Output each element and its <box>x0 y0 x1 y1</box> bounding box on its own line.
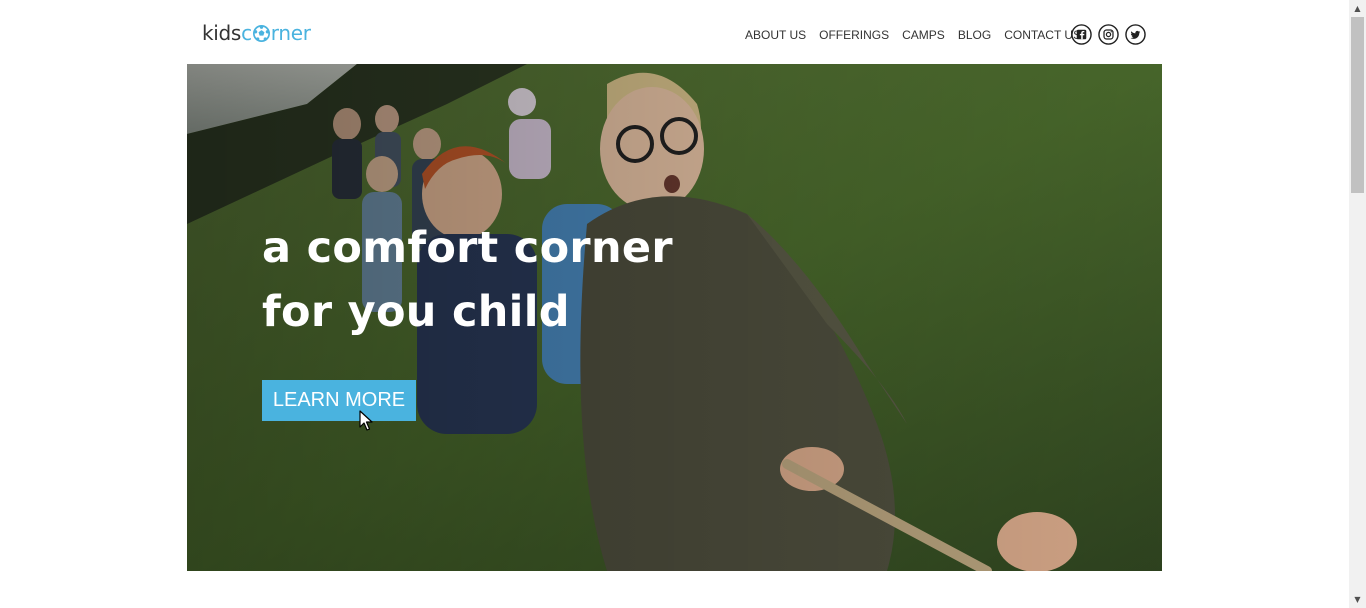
nav-camps[interactable]: CAMPS <box>902 27 945 43</box>
soccer-ball-icon <box>252 24 270 42</box>
page: kids c rner ABOUT US OFFERINGS CAMPS BLOG… <box>0 0 1349 608</box>
mouse-cursor-icon <box>359 410 373 431</box>
twitter-icon[interactable] <box>1125 24 1146 45</box>
nav-contact-us[interactable]: CONTACT US <box>1004 27 1081 43</box>
hero-title-line-2: for you child <box>262 287 570 337</box>
nav-about-us[interactable]: ABOUT US <box>745 27 806 43</box>
learn-more-button[interactable]: LEARN MORE <box>262 380 416 421</box>
main-nav: ABOUT US OFFERINGS CAMPS BLOG CONTACT US <box>745 27 1081 43</box>
social-links <box>1071 24 1146 45</box>
nav-blog[interactable]: BLOG <box>958 27 991 43</box>
vertical-scrollbar[interactable]: ▲ ▼ <box>1349 0 1366 608</box>
logo-text-rner: rner <box>270 21 311 45</box>
scroll-thumb[interactable] <box>1351 17 1364 193</box>
scroll-down-arrow-icon[interactable]: ▼ <box>1349 591 1366 608</box>
logo-text-kids: kids <box>202 21 242 45</box>
hero-banner: a comfort corner for you child LEARN MOR… <box>187 64 1162 571</box>
hero-title: a comfort corner for you child <box>262 216 782 344</box>
nav-offerings[interactable]: OFFERINGS <box>819 27 889 43</box>
site-header: kids c rner ABOUT US OFFERINGS CAMPS BLOG… <box>187 0 1162 64</box>
logo-text-c: c <box>241 21 252 45</box>
hero-title-line-1: a comfort corner <box>262 223 673 273</box>
instagram-icon[interactable] <box>1098 24 1119 45</box>
scroll-up-arrow-icon[interactable]: ▲ <box>1349 0 1366 17</box>
facebook-icon[interactable] <box>1071 24 1092 45</box>
kidscorner-logo[interactable]: kids c rner <box>202 20 311 46</box>
